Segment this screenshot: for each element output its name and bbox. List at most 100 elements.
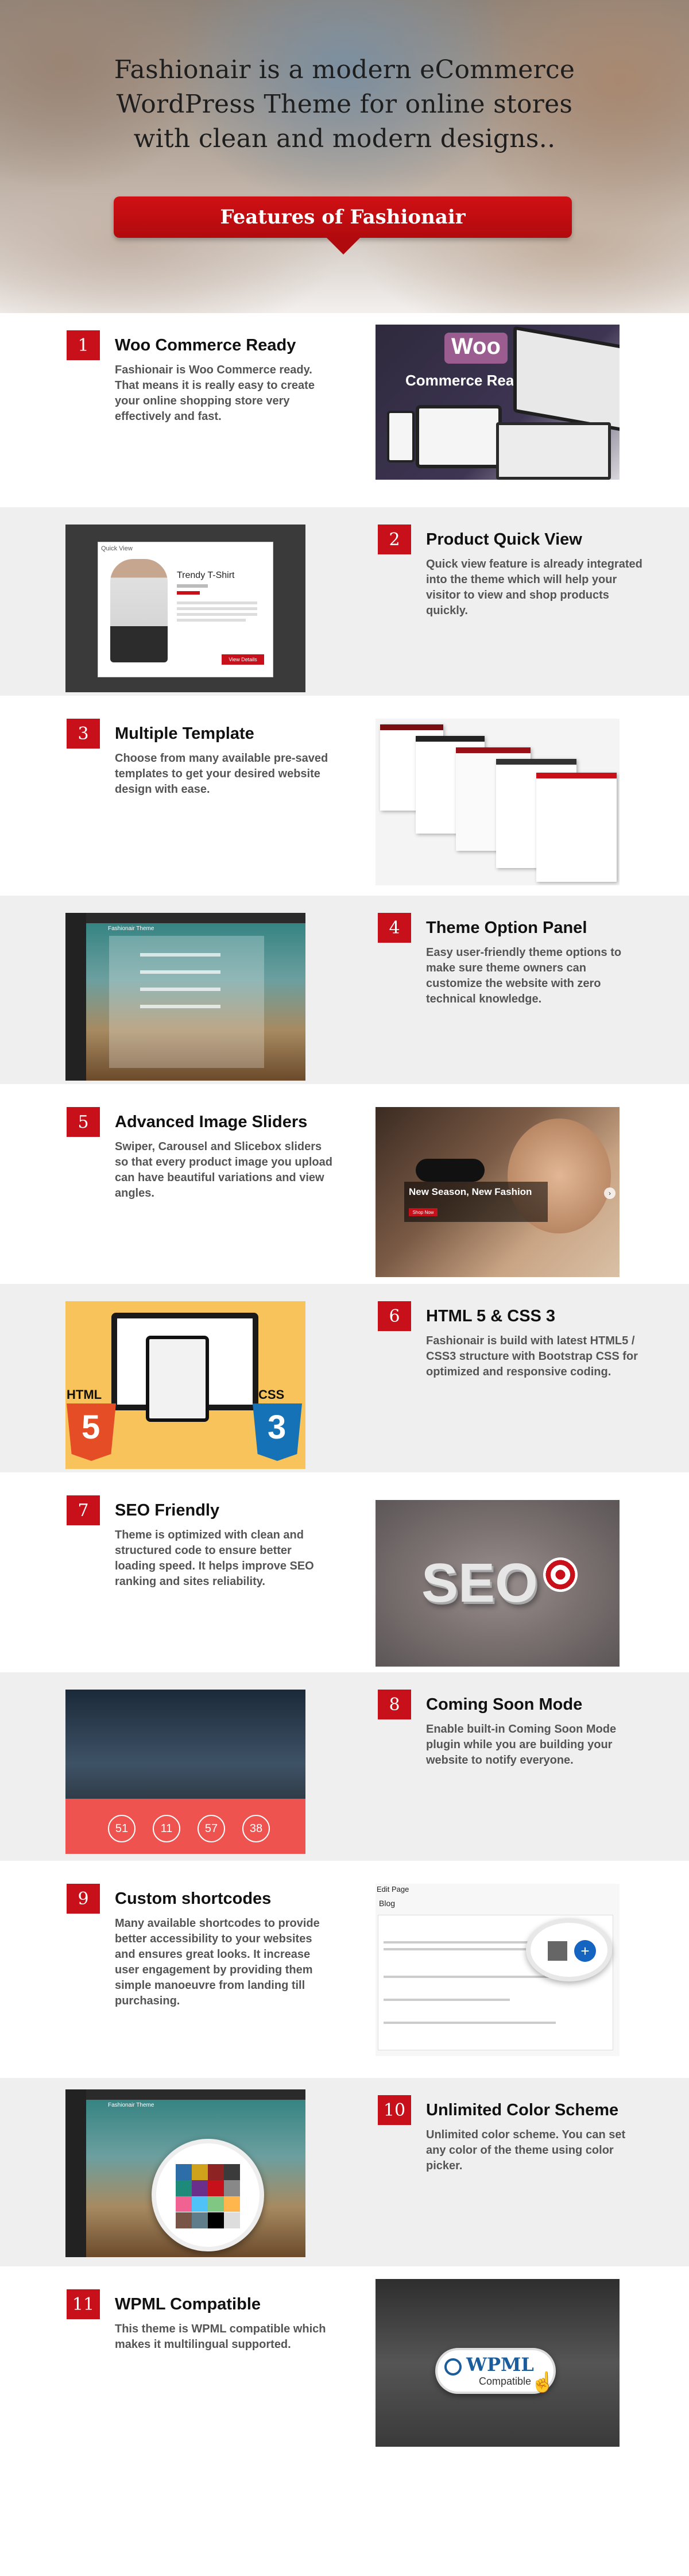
slider-heading: New Season, New Fashion <box>409 1186 532 1197</box>
countdown-days: 51 <box>108 1815 136 1842</box>
feature-title: Advanced Image Sliders <box>115 1112 308 1131</box>
feature-text: 8 Coming Soon Mode Enable built-in Comin… <box>378 1690 642 1768</box>
slider-shop-button[interactable]: Shop Now <box>409 1208 438 1216</box>
countdown-seconds: 38 <box>242 1815 270 1842</box>
feature-number-badge: 6 <box>378 1301 411 1331</box>
feature-theme-option-panel: Fashionair Theme 4 Theme Option Panel Ea… <box>0 896 689 1084</box>
feature-description: Fashionair is Woo Commerce ready. That m… <box>115 364 315 423</box>
features-ribbon: Features of Fashionair <box>114 196 572 238</box>
feature-number-badge: 5 <box>67 1107 100 1137</box>
wpml-logo-icon <box>444 2358 462 2376</box>
feature-description: Enable built-in Coming Soon Mode plugin … <box>426 1723 617 1767</box>
feature-multiple-template: 3 Multiple Template Choose from many ava… <box>0 701 689 890</box>
laptop-mockup-2 <box>496 422 611 480</box>
feature-text: 5 Advanced Image Sliders Swiper, Carouse… <box>67 1107 332 1201</box>
feature-number-badge: 4 <box>378 913 411 943</box>
feature-text: 11 WPML Compatible This theme is WPML co… <box>67 2289 331 2353</box>
tablet-mockup <box>146 1336 209 1422</box>
coming-soon-screenshot: 51 11 57 38 <box>65 1690 305 1854</box>
tshirt-model-image <box>110 559 168 662</box>
countdown-minutes: 57 <box>198 1815 225 1842</box>
feature-description: Unlimited color scheme. You can set any … <box>426 2128 626 2172</box>
feature-text: 9 Custom shortcodes Many available short… <box>67 1884 331 2009</box>
feature-seo-friendly: 7 SEO Friendly Theme is optimized with c… <box>0 1478 689 1667</box>
wpml-text: WPML <box>466 2354 534 2376</box>
feature-coming-soon: 51 11 57 38 8 Coming Soon Mode Enable bu… <box>0 1672 689 1861</box>
editor-subtitle: Blog <box>379 1899 396 1908</box>
feature-description: Easy user-friendly theme options to make… <box>426 946 622 1005</box>
color-swatch-grid[interactable] <box>176 2164 240 2228</box>
feature-title: Unlimited Color Scheme <box>426 2100 619 2119</box>
quick-view-screenshot: Quick View Trendy T-Shirt View Details <box>65 525 305 692</box>
feature-title: Product Quick View <box>426 530 582 549</box>
tablet-mockup <box>416 405 502 468</box>
woocommerce-screenshot: Woo Commerce Ready <box>376 325 620 480</box>
target-icon <box>543 1557 578 1592</box>
feature-text: 10 Unlimited Color Scheme Unlimited colo… <box>378 2095 642 2174</box>
hero-tagline: Fashionair is a modern eCommerce WordPre… <box>0 53 689 156</box>
feature-text: 3 Multiple Template Choose from many ava… <box>67 719 331 797</box>
feature-color-scheme: Fashionair Theme 10 Unlimited Color Sche… <box>0 2078 689 2266</box>
templates-screenshot <box>376 719 620 885</box>
feature-text: 2 Product Quick View Quick view feature … <box>378 525 642 619</box>
feature-description: Choose from many available pre-saved tem… <box>115 752 328 796</box>
feature-number-badge: 10 <box>378 2095 411 2125</box>
wpml-subtext: Compatible <box>479 2376 532 2387</box>
html5-number: 5 <box>82 1409 100 1446</box>
view-details-button[interactable]: View Details <box>222 654 264 665</box>
feature-number-badge: 9 <box>67 1884 100 1914</box>
ribbon-pointer <box>326 237 361 254</box>
css3-number: 3 <box>268 1409 287 1446</box>
hero-line-3: with clean and modern designs.. <box>133 124 556 153</box>
woo-caption: Commerce Ready <box>405 372 532 389</box>
feature-text: 6 HTML 5 & CSS 3 Fashionair is build wit… <box>378 1301 642 1380</box>
seo-3d-text: SEO <box>421 1552 538 1614</box>
feature-text: 7 SEO Friendly Theme is optimized with c… <box>67 1495 331 1590</box>
feature-woocommerce: 1 Woo Commerce Ready Fashionair is Woo C… <box>0 313 689 502</box>
feature-image-sliders: 5 Advanced Image Sliders Swiper, Carouse… <box>0 1090 689 1278</box>
feature-text: 1 Woo Commerce Ready Fashionair is Woo C… <box>67 330 331 425</box>
color-scheme-screenshot: Fashionair Theme <box>65 2089 305 2257</box>
cursor-hand-icon: ☝ <box>531 2371 555 2393</box>
feature-custom-shortcodes: 9 Custom shortcodes Many available short… <box>0 1867 689 2072</box>
template-thumb-5 <box>536 773 617 882</box>
feature-wpml: 11 WPML Compatible This theme is WPML co… <box>0 2272 689 2462</box>
hero-line-2: WordPress Theme for online stores <box>116 90 573 119</box>
shortcodes-screenshot: Edit Page Blog + <box>376 1884 620 2056</box>
feature-title: Theme Option Panel <box>426 918 587 937</box>
countdown-hours: 11 <box>153 1815 180 1842</box>
html-css-screenshot: HTML 5 CSS 3 <box>65 1301 305 1469</box>
add-shortcode-icon[interactable]: + <box>574 1940 596 1962</box>
feature-description: This theme is WPML compatible which make… <box>115 2323 326 2351</box>
product-title: Trendy T-Shirt <box>177 570 235 580</box>
feature-description: Swiper, Carousel and Slicebox sliders so… <box>115 1140 332 1200</box>
hero-banner: Fashionair is a modern eCommerce WordPre… <box>0 0 689 313</box>
slider-screenshot: New Season, New Fashion Shop Now › <box>376 1107 620 1277</box>
woo-logo-text: Woo <box>451 334 501 359</box>
feature-description: Theme is optimized with clean and struct… <box>115 1529 314 1588</box>
feature-number-badge: 8 <box>378 1690 411 1719</box>
feature-number-badge: 7 <box>67 1495 100 1525</box>
seo-screenshot: SEO <box>376 1500 620 1667</box>
hero-line-1: Fashionair is a modern eCommerce <box>114 55 575 84</box>
feature-description: Quick view feature is already integrated… <box>426 558 642 617</box>
feature-title: SEO Friendly <box>115 1501 220 1520</box>
feature-title: WPML Compatible <box>115 2295 261 2313</box>
feature-number-badge: 1 <box>67 330 100 360</box>
feature-description: Many available shortcodes to provide bet… <box>115 1917 320 2007</box>
shortcode-icon[interactable] <box>548 1941 567 1961</box>
editor-title: Edit Page <box>377 1885 409 1894</box>
feature-quick-view: Quick View Trendy T-Shirt View Details 2… <box>0 507 689 696</box>
feature-text: 4 Theme Option Panel Easy user-friendly … <box>378 913 642 1007</box>
feature-number-badge: 3 <box>67 719 100 749</box>
phone-mockup <box>387 411 415 462</box>
wpml-screenshot: WPML Compatible ☝ <box>376 2279 620 2447</box>
feature-description: Fashionair is build with latest HTML5 / … <box>426 1335 638 1378</box>
feature-html5-css3: HTML 5 CSS 3 6 HTML 5 & CSS 3 Fashionair… <box>0 1284 689 1472</box>
magnifier-lens <box>526 1918 612 1981</box>
css3-label: CSS <box>258 1387 285 1402</box>
theme-panel-title: Fashionair Theme <box>108 925 154 932</box>
sunglasses-shape <box>416 1159 485 1182</box>
slider-next-arrow-icon[interactable]: › <box>604 1187 616 1199</box>
quickview-label: Quick View <box>101 545 133 552</box>
